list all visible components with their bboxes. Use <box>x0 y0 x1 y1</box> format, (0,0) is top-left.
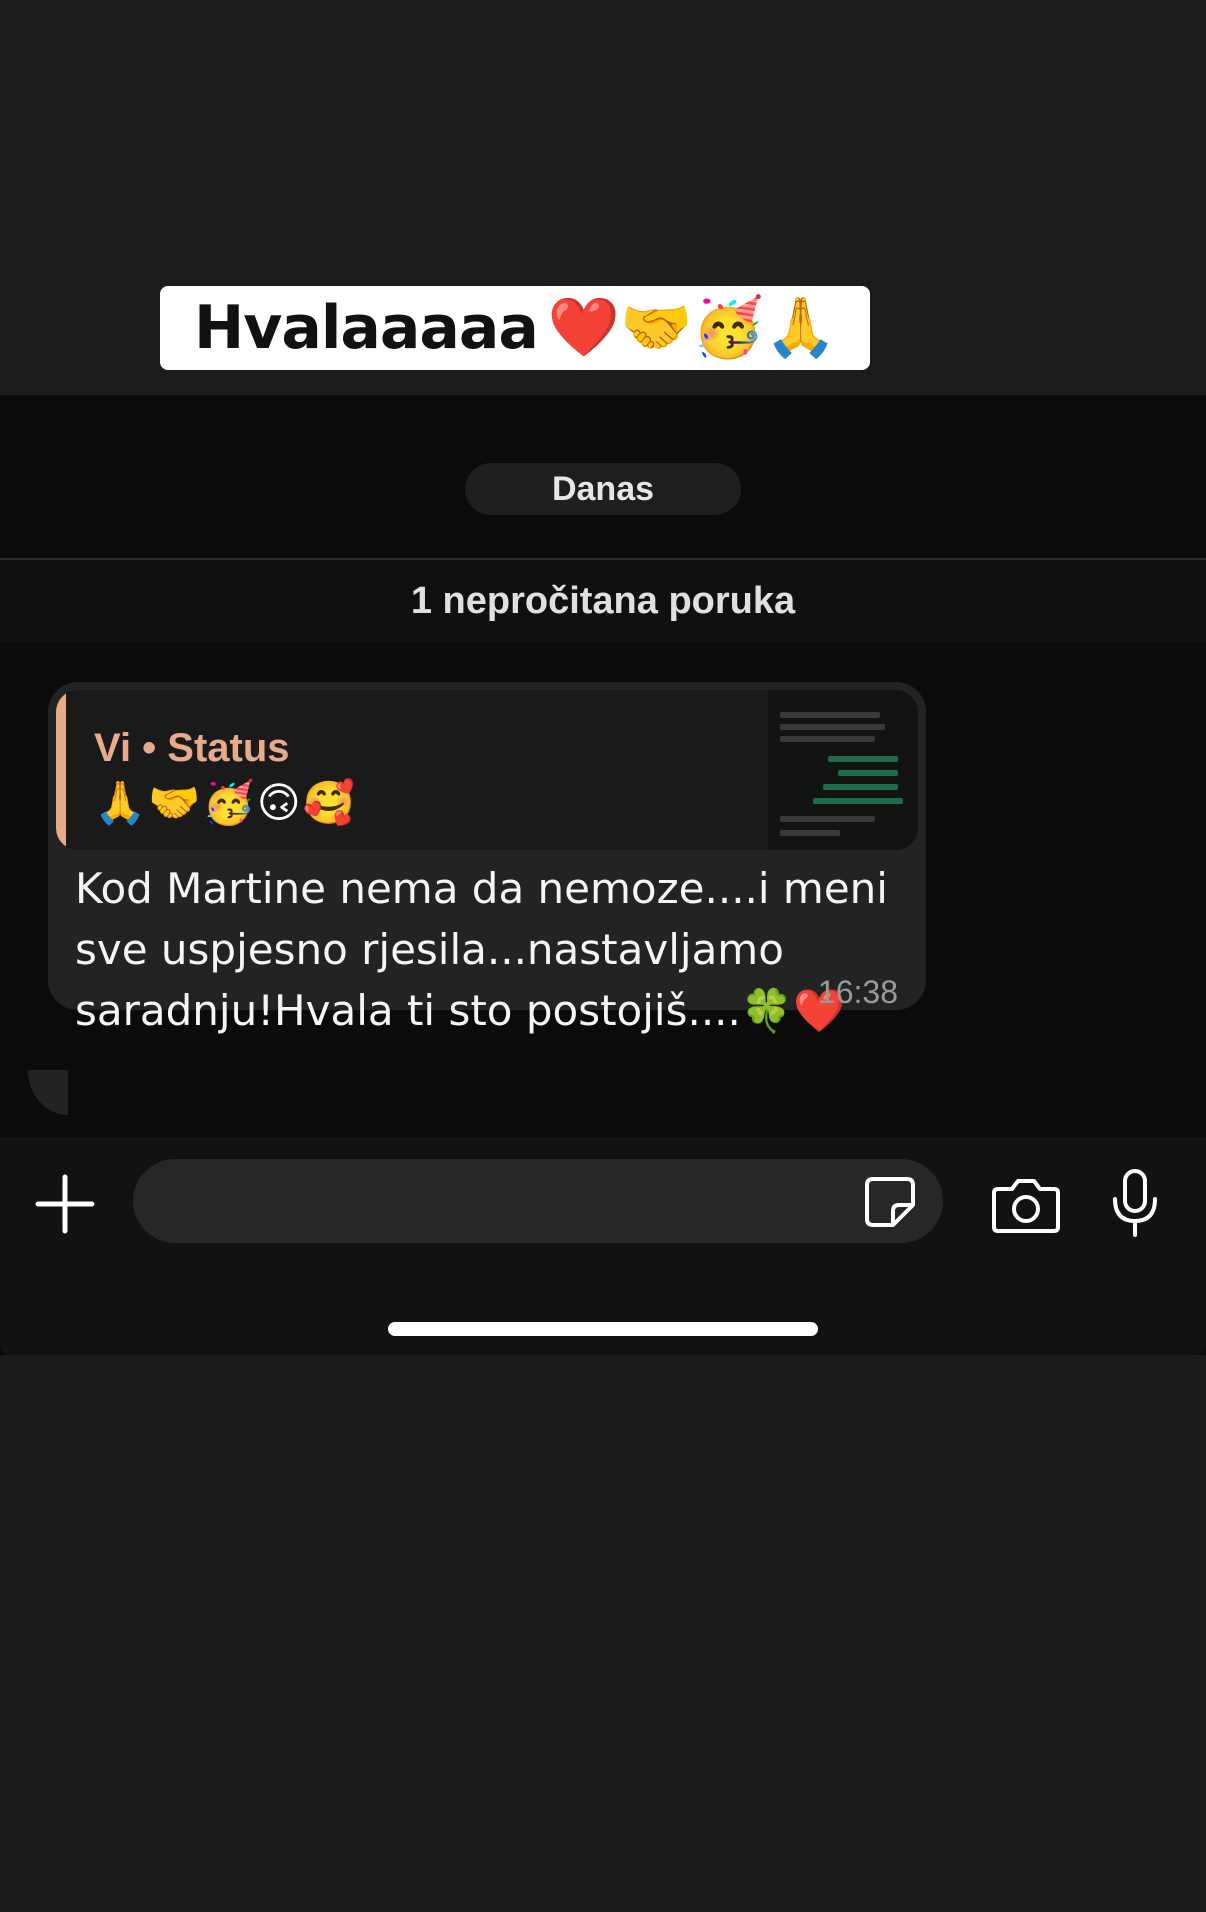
sticker-icon[interactable] <box>863 1175 917 1229</box>
message-input[interactable] <box>133 1159 943 1243</box>
microphone-icon[interactable] <box>1110 1167 1160 1239</box>
message-bubble[interactable]: Vi • Status 🙏🤝🥳🙃🥰 Kod Martine nema da ne… <box>48 682 926 1035</box>
message-composer <box>0 1137 1206 1355</box>
unread-messages-banner: 1 nepročitana poruka <box>0 558 1206 642</box>
home-indicator[interactable] <box>388 1322 818 1336</box>
quote-emojis: 🙏🤝🥳🙃🥰 <box>94 779 357 826</box>
message-text: Kod Martine nema da nemoze....i meni sve… <box>75 864 888 1035</box>
quote-accent-bar <box>56 690 66 850</box>
story-top-area: Hvalaaaaa ❤️🤝🥳🙏 <box>0 0 1206 395</box>
sticker-emojis: ❤️🤝🥳🙏 <box>547 295 837 360</box>
quote-author: Vi • Status <box>94 726 290 770</box>
quoted-status[interactable]: Vi • Status 🙏🤝🥳🙃🥰 <box>56 690 918 850</box>
message-timestamp: 16:38 <box>817 974 898 1010</box>
camera-icon[interactable] <box>990 1175 1062 1235</box>
status-thumbnail <box>768 690 918 850</box>
sticker-text: Hvalaaaaa <box>194 293 539 363</box>
text-sticker: Hvalaaaaa ❤️🤝🥳🙏 <box>160 286 870 370</box>
story-bottom-area <box>0 1355 1206 1912</box>
date-separator: Danas <box>465 463 741 515</box>
plus-icon[interactable] <box>30 1169 100 1239</box>
